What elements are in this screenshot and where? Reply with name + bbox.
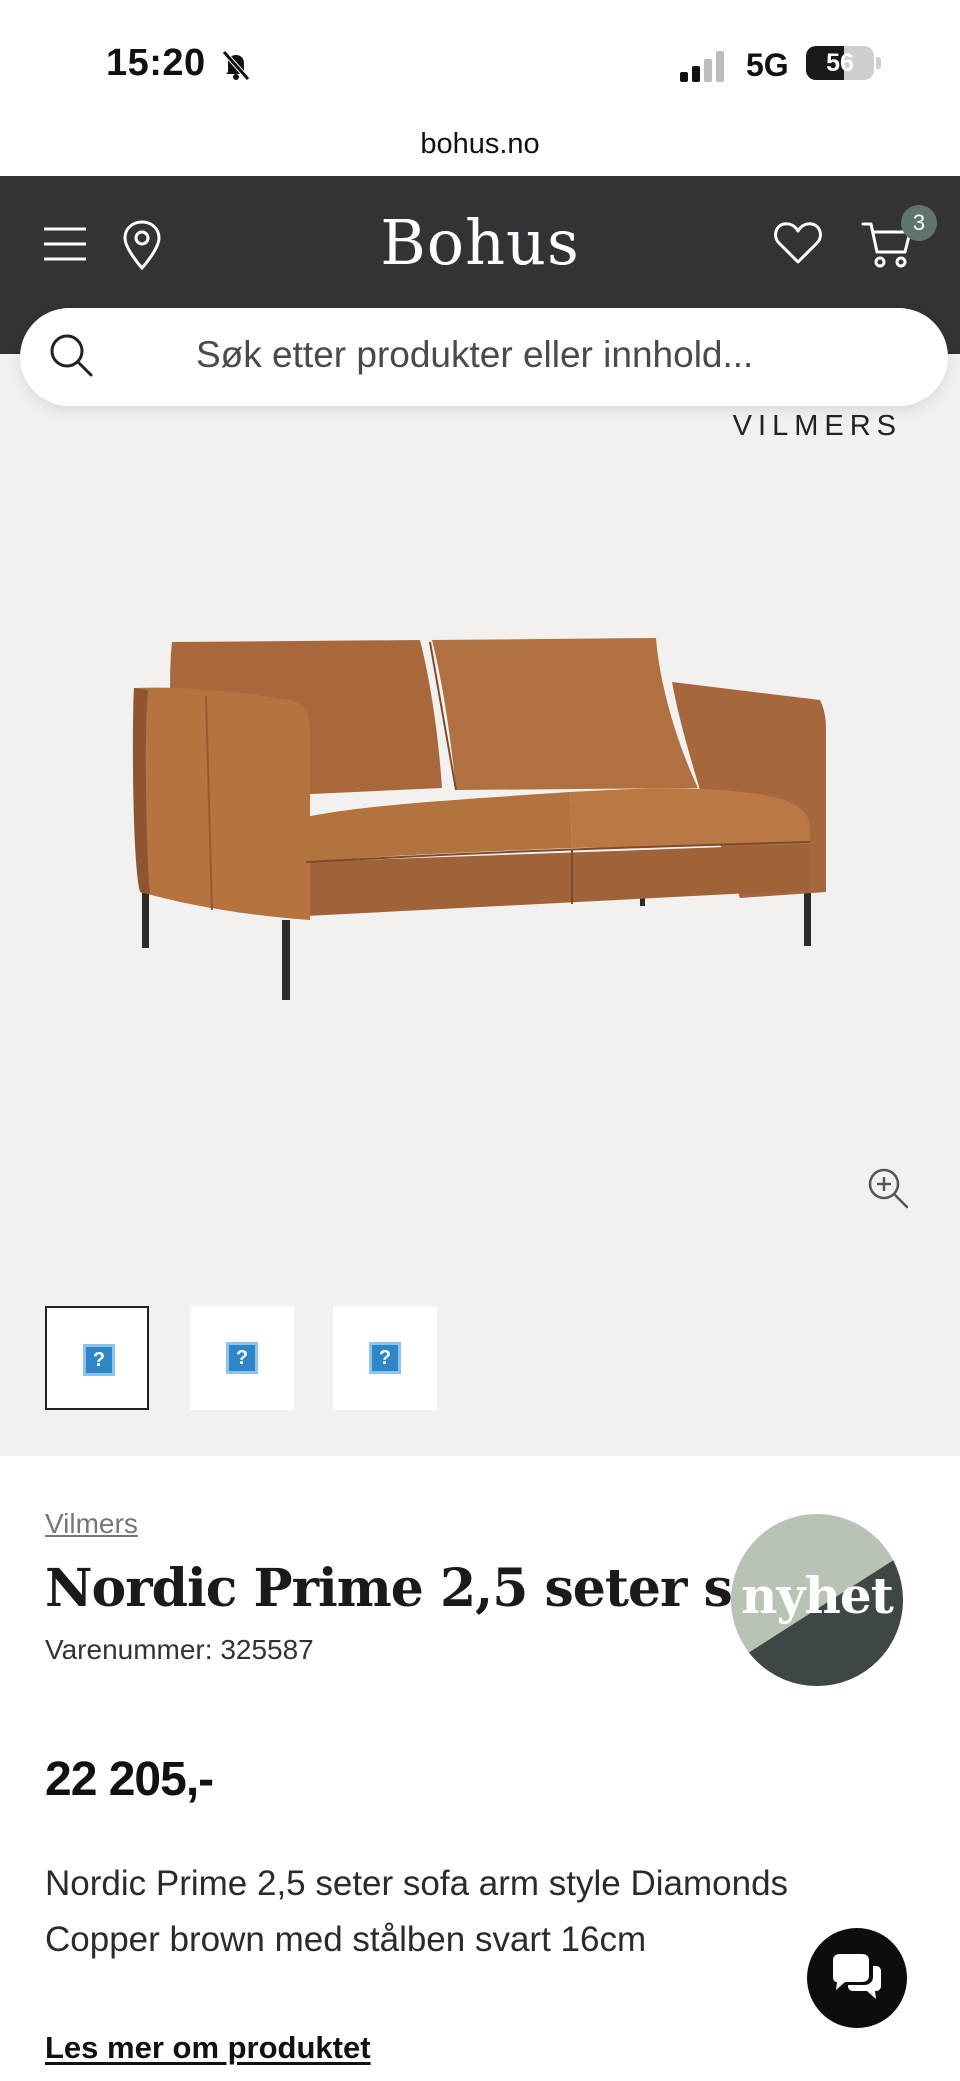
heart-icon[interactable] (773, 220, 823, 266)
bell-slash-icon (222, 50, 250, 81)
product-image[interactable] (120, 620, 840, 1010)
product-description: Nordic Prime 2,5 seter sofa arm style Di… (45, 1864, 789, 1959)
new-badge: nyhet (731, 1514, 903, 1686)
battery-icon: 56 (806, 46, 874, 80)
thumbnail-3[interactable]: ? (333, 1306, 437, 1410)
product-price: 22 205,- (45, 1753, 214, 1806)
chat-bubbles-icon (833, 1954, 881, 1999)
cart-count-badge[interactable]: 3 (901, 205, 937, 241)
thumbnail-1[interactable]: ? (45, 1306, 149, 1410)
broken-image-icon: ? (226, 1342, 258, 1374)
battery-percentage: 56 (826, 49, 854, 77)
product-title: Nordic Prime 2,5 seter sofa (45, 1558, 821, 1619)
brand-watermark: VILMERS (732, 410, 902, 442)
product-sku: Varenummer: 325587 (45, 1634, 314, 1665)
search-icon[interactable] (48, 332, 94, 378)
signal-icon (680, 51, 724, 82)
status-time: 15:20 (106, 42, 206, 84)
status-bar: 15:20 5G 56 bohus.no (0, 0, 960, 160)
browser-url[interactable]: bohus.no (0, 128, 960, 161)
search-placeholder[interactable]: Søk etter produkter eller innhold... (196, 334, 753, 376)
thumbnail-2[interactable]: ? (190, 1306, 294, 1410)
read-more-link[interactable]: Les mer om produktet (45, 2030, 371, 2066)
new-badge-label: nyhet (741, 1566, 894, 1625)
broken-image-icon: ? (369, 1342, 401, 1374)
broken-image-icon: ? (83, 1344, 115, 1376)
zoom-in-icon[interactable] (866, 1166, 910, 1210)
network-type: 5G (746, 47, 789, 83)
battery-tip (876, 57, 881, 69)
chat-button[interactable] (807, 1928, 907, 2028)
brand-link[interactable]: Vilmers (45, 1508, 138, 1540)
